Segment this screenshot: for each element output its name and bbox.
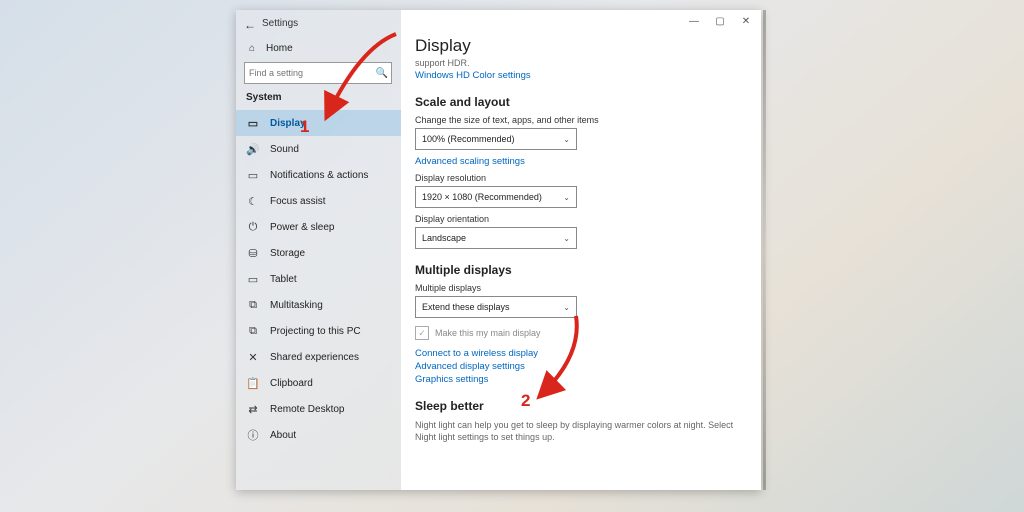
- nav-label: Display: [270, 118, 306, 129]
- sidebar-item-display[interactable]: ▭ Display: [236, 110, 401, 136]
- chevron-down-icon: ⌄: [563, 135, 570, 144]
- multiple-displays-dropdown[interactable]: Extend these displays ⌄: [415, 296, 577, 318]
- scale-heading: Scale and layout: [415, 95, 747, 109]
- category-heading: System: [246, 92, 282, 103]
- home-icon: ⌂: [246, 42, 258, 54]
- nav-label: Projecting to this PC: [270, 326, 361, 337]
- hdr-text: support HDR.: [415, 58, 747, 68]
- nav-label: Multitasking: [270, 300, 323, 311]
- multitasking-icon: ⧉: [246, 299, 260, 312]
- nav-list: ▭ Display 🔊 Sound ▭ Notifications & acti…: [236, 110, 401, 448]
- close-button[interactable]: ✕: [739, 14, 753, 28]
- orientation-label: Display orientation: [415, 214, 747, 224]
- maximize-button[interactable]: ▢: [713, 14, 727, 28]
- nav-label: Sound: [270, 144, 299, 155]
- text-size-dropdown[interactable]: 100% (Recommended) ⌄: [415, 128, 577, 150]
- main-display-checkbox: ✓ Make this my main display: [415, 326, 747, 340]
- search-icon: 🔍: [373, 68, 391, 79]
- multiple-displays-heading: Multiple displays: [415, 263, 747, 277]
- multiple-displays-label: Multiple displays: [415, 283, 747, 293]
- resolution-label: Display resolution: [415, 173, 747, 183]
- window-edge-shadow: [763, 10, 766, 490]
- sleep-description: Night light can help you get to sleep by…: [415, 419, 735, 443]
- tablet-icon: ▭: [246, 273, 260, 286]
- sound-icon: 🔊: [246, 143, 260, 156]
- checkbox-icon: ✓: [415, 326, 429, 340]
- notifications-icon: ▭: [246, 169, 260, 182]
- chevron-down-icon: ⌄: [563, 303, 570, 312]
- sidebar-item-home[interactable]: ⌂ Home: [246, 42, 293, 54]
- resolution-value: 1920 × 1080 (Recommended): [422, 192, 542, 202]
- window-titlebar: — ▢ ✕: [679, 10, 761, 38]
- sidebar-item-notifications[interactable]: ▭ Notifications & actions: [236, 162, 401, 188]
- sidebar-item-about[interactable]: ⓘ About: [236, 422, 401, 448]
- remote-icon: ⇄: [246, 403, 260, 416]
- home-label: Home: [266, 43, 293, 54]
- moon-icon: ☾: [246, 195, 260, 208]
- minimize-button[interactable]: —: [687, 14, 701, 28]
- sidebar-item-remote[interactable]: ⇄ Remote Desktop: [236, 396, 401, 422]
- search-box[interactable]: 🔍: [244, 62, 392, 84]
- display-icon: ▭: [246, 117, 260, 130]
- desktop: — ▢ ✕ ← Settings ⌂ Home 🔍 System ▭ Displ…: [0, 0, 1024, 512]
- orientation-value: Landscape: [422, 233, 466, 243]
- sidebar: ← Settings ⌂ Home 🔍 System ▭ Display 🔊 S…: [236, 10, 401, 490]
- nav-label: About: [270, 430, 296, 441]
- info-icon: ⓘ: [246, 427, 260, 443]
- sidebar-item-shared[interactable]: ✕ Shared experiences: [236, 344, 401, 370]
- sidebar-item-clipboard[interactable]: 📋 Clipboard: [236, 370, 401, 396]
- sidebar-item-storage[interactable]: ⛁ Storage: [236, 240, 401, 266]
- chevron-down-icon: ⌄: [563, 193, 570, 202]
- sidebar-item-sound[interactable]: 🔊 Sound: [236, 136, 401, 162]
- settings-window: — ▢ ✕ ← Settings ⌂ Home 🔍 System ▭ Displ…: [236, 10, 761, 490]
- back-button[interactable]: ←: [244, 18, 256, 32]
- graphics-settings-link[interactable]: Graphics settings: [415, 374, 747, 385]
- nav-label: Tablet: [270, 274, 297, 285]
- multiple-displays-value: Extend these displays: [422, 302, 510, 312]
- resolution-dropdown[interactable]: 1920 × 1080 (Recommended) ⌄: [415, 186, 577, 208]
- nav-label: Power & sleep: [270, 222, 334, 233]
- advanced-display-link[interactable]: Advanced display settings: [415, 361, 747, 372]
- nav-label: Remote Desktop: [270, 404, 344, 415]
- main-display-label: Make this my main display: [435, 328, 541, 338]
- sidebar-item-multitasking[interactable]: ⧉ Multitasking: [236, 292, 401, 318]
- page-title: Display: [415, 36, 747, 56]
- wireless-display-link[interactable]: Connect to a wireless display: [415, 348, 747, 359]
- advanced-scaling-link[interactable]: Advanced scaling settings: [415, 156, 747, 167]
- sleep-heading: Sleep better: [415, 399, 747, 413]
- app-title: Settings: [262, 18, 298, 29]
- content-pane: Display support HDR. Windows HD Color se…: [401, 10, 761, 490]
- nav-label: Clipboard: [270, 378, 313, 389]
- sidebar-item-projecting[interactable]: ⧉ Projecting to this PC: [236, 318, 401, 344]
- shared-icon: ✕: [246, 351, 260, 364]
- nav-label: Storage: [270, 248, 305, 259]
- projecting-icon: ⧉: [246, 325, 260, 338]
- nav-label: Focus assist: [270, 196, 326, 207]
- clipboard-icon: 📋: [246, 377, 260, 390]
- search-input[interactable]: [245, 68, 373, 78]
- power-icon: ⏻: [246, 221, 260, 234]
- sidebar-item-tablet[interactable]: ▭ Tablet: [236, 266, 401, 292]
- orientation-dropdown[interactable]: Landscape ⌄: [415, 227, 577, 249]
- hdr-link[interactable]: Windows HD Color settings: [415, 70, 747, 81]
- chevron-down-icon: ⌄: [563, 234, 570, 243]
- text-size-value: 100% (Recommended): [422, 134, 515, 144]
- nav-label: Shared experiences: [270, 352, 359, 363]
- text-size-label: Change the size of text, apps, and other…: [415, 115, 747, 125]
- nav-label: Notifications & actions: [270, 170, 368, 181]
- sidebar-item-power[interactable]: ⏻ Power & sleep: [236, 214, 401, 240]
- sidebar-item-focus-assist[interactable]: ☾ Focus assist: [236, 188, 401, 214]
- storage-icon: ⛁: [246, 247, 260, 260]
